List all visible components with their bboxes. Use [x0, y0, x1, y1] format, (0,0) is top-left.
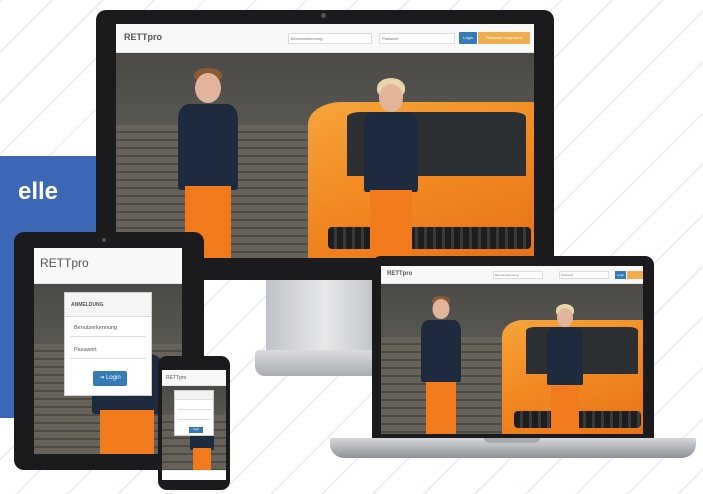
- navbar-brand[interactable]: RETTpro: [124, 32, 162, 42]
- paramedic-man: [178, 68, 238, 258]
- phone-screen: RETTpro Login: [162, 370, 226, 480]
- login-button[interactable]: Login: [615, 271, 626, 279]
- monitor-screen: RETTpro Benutzerkennung Passwort Login P…: [116, 24, 534, 258]
- login-panel-title: [175, 391, 213, 400]
- username-input[interactable]: Benutzerkennung: [288, 33, 372, 44]
- login-button[interactable]: Login: [459, 32, 477, 44]
- login-button[interactable]: Login: [189, 427, 203, 433]
- login-panel: ANMELDUNG Benutzerkennung Passwort ⇥ Log…: [64, 292, 152, 396]
- phone-footer: [162, 470, 226, 480]
- monitor-stand: [266, 280, 384, 350]
- forgot-password-button[interactable]: [627, 271, 643, 279]
- login-arrow-icon: ⇥: [99, 375, 106, 381]
- login-button-label: Login: [106, 375, 121, 381]
- login-panel-title: ANMELDUNG: [65, 293, 151, 317]
- username-input[interactable]: Benutzerkennung: [493, 271, 543, 279]
- forgot-password-button[interactable]: Passwort vergessen: [478, 32, 530, 44]
- desktop-navbar: RETTpro Benutzerkennung Passwort Login P…: [116, 24, 534, 53]
- login-button[interactable]: ⇥ Login: [93, 371, 127, 386]
- password-field[interactable]: Passwort: [70, 343, 146, 359]
- password-input[interactable]: Passwort: [559, 271, 609, 279]
- paramedic-man: [421, 296, 461, 434]
- ambulance-van: [308, 102, 534, 258]
- laptop-screen: RETTpro Benutzerkennung Passwort Login: [381, 266, 643, 434]
- monitor-camera: [321, 13, 326, 18]
- navbar-brand[interactable]: RETTpro: [166, 375, 186, 381]
- username-field[interactable]: [178, 403, 212, 410]
- navbar-brand[interactable]: RETTpro: [387, 271, 412, 277]
- paramedic-woman: [547, 304, 583, 434]
- paramedic-woman: [364, 78, 418, 258]
- tablet-navbar: RETTpro: [34, 248, 182, 284]
- phone-navbar: RETTpro: [162, 370, 226, 386]
- password-input[interactable]: Passwort: [379, 33, 455, 44]
- username-field[interactable]: Benutzerkennung: [70, 321, 146, 337]
- laptop-navbar: RETTpro Benutzerkennung Passwort Login: [381, 266, 643, 284]
- navbar-brand[interactable]: RETTpro: [40, 256, 89, 270]
- login-panel: Login: [174, 390, 214, 436]
- laptop-notch: [484, 438, 540, 443]
- tablet-camera: [102, 238, 106, 242]
- banner-text: elle: [17, 178, 58, 205]
- password-field[interactable]: [178, 413, 212, 420]
- laptop-hero-photo: [381, 284, 643, 434]
- hero-photo: [116, 53, 534, 258]
